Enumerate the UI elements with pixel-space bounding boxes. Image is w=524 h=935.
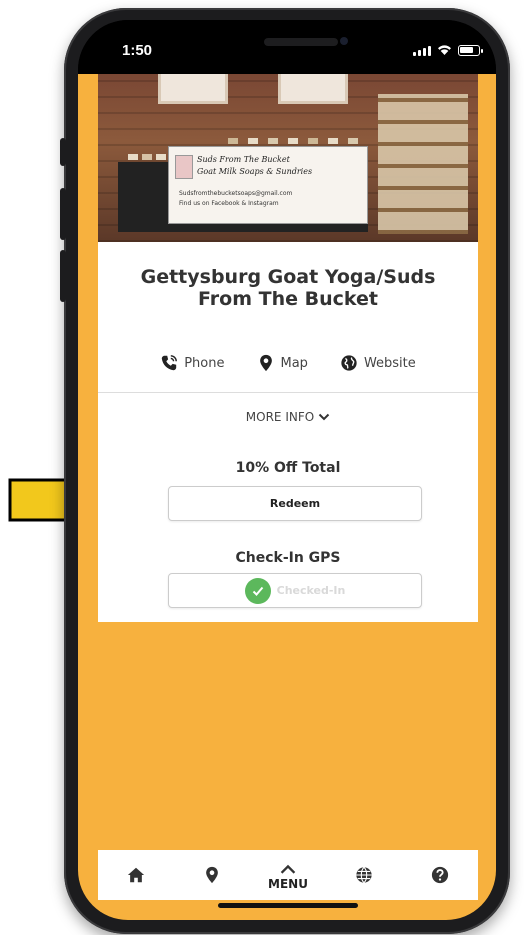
offer-title: 10% Off Total — [235, 460, 341, 476]
contact-actions: Phone Map Website — [98, 354, 478, 372]
sign-subtitle: Goat Milk Soaps & Sundries — [197, 167, 313, 176]
nav-map[interactable] — [192, 855, 232, 895]
signal-icon — [413, 46, 431, 56]
status-bar: 1:50 — [78, 20, 496, 74]
website-action[interactable]: Website — [340, 354, 416, 372]
checkin-title: Check-In GPS — [235, 550, 341, 566]
checkin-status-label: Checked-In — [276, 584, 346, 597]
map-marker-icon — [259, 354, 272, 372]
app-screen: Suds From The Bucket Goat Milk Soaps & S… — [78, 74, 496, 920]
listing-title: Gettysburg Goat Yoga/Suds From The Bucke… — [140, 266, 436, 310]
map-action-label: Map — [280, 355, 308, 371]
sign-email: Sudsfromthebucketsoaps@gmail.com — [179, 190, 293, 197]
more-info-label: MORE INFO — [245, 410, 315, 424]
vendor-sign: Suds From The Bucket Goat Milk Soaps & S… — [168, 146, 368, 224]
phone-icon — [162, 355, 178, 371]
redeem-button[interactable]: Redeem — [168, 486, 422, 521]
website-action-label: Website — [363, 355, 416, 371]
status-time: 1:50 — [122, 42, 153, 59]
bottom-nav: MENU — [98, 850, 478, 900]
wifi-icon — [438, 45, 451, 55]
globe-icon — [356, 866, 372, 884]
nav-website[interactable] — [344, 855, 384, 895]
status-icons — [413, 44, 483, 56]
check-icon — [244, 577, 271, 604]
speaker-notch — [264, 38, 338, 46]
chevron-down-icon — [318, 413, 330, 421]
screenshot-stage: 1:50 Suds From The Bucket Goat Milk Soap… — [0, 0, 524, 935]
phone-action-label: Phone — [184, 355, 225, 371]
mute-switch — [60, 138, 66, 166]
help-icon — [431, 866, 449, 884]
phone-screen: 1:50 Suds From The Bucket Goat Milk Soap… — [78, 20, 496, 920]
listing-card: Suds From The Bucket Goat Milk Soaps & S… — [98, 74, 478, 622]
battery-icon — [458, 45, 483, 56]
volume-down-button — [60, 250, 66, 302]
divider — [98, 392, 478, 393]
home-icon — [127, 867, 145, 883]
nav-home[interactable] — [116, 855, 156, 895]
globe-icon — [341, 355, 357, 371]
sign-title: Suds From The Bucket — [197, 155, 290, 164]
nav-help[interactable] — [420, 855, 460, 895]
home-indicator — [218, 903, 358, 908]
camera-dot — [340, 37, 348, 45]
map-action[interactable]: Map — [257, 354, 308, 372]
map-marker-icon — [206, 866, 218, 884]
hero-image: Suds From The Bucket Goat Milk Soaps & S… — [98, 74, 478, 242]
more-info-toggle[interactable]: MORE INFO — [98, 410, 478, 424]
nav-menu[interactable]: MENU — [268, 855, 308, 895]
checkin-button[interactable]: Checked-In — [168, 573, 422, 608]
chevron-up-icon — [280, 864, 296, 874]
phone-action[interactable]: Phone — [160, 354, 225, 372]
volume-up-button — [60, 188, 66, 240]
menu-label: MENU — [268, 877, 308, 891]
sign-social: Find us on Facebook & Instagram — [179, 200, 279, 207]
